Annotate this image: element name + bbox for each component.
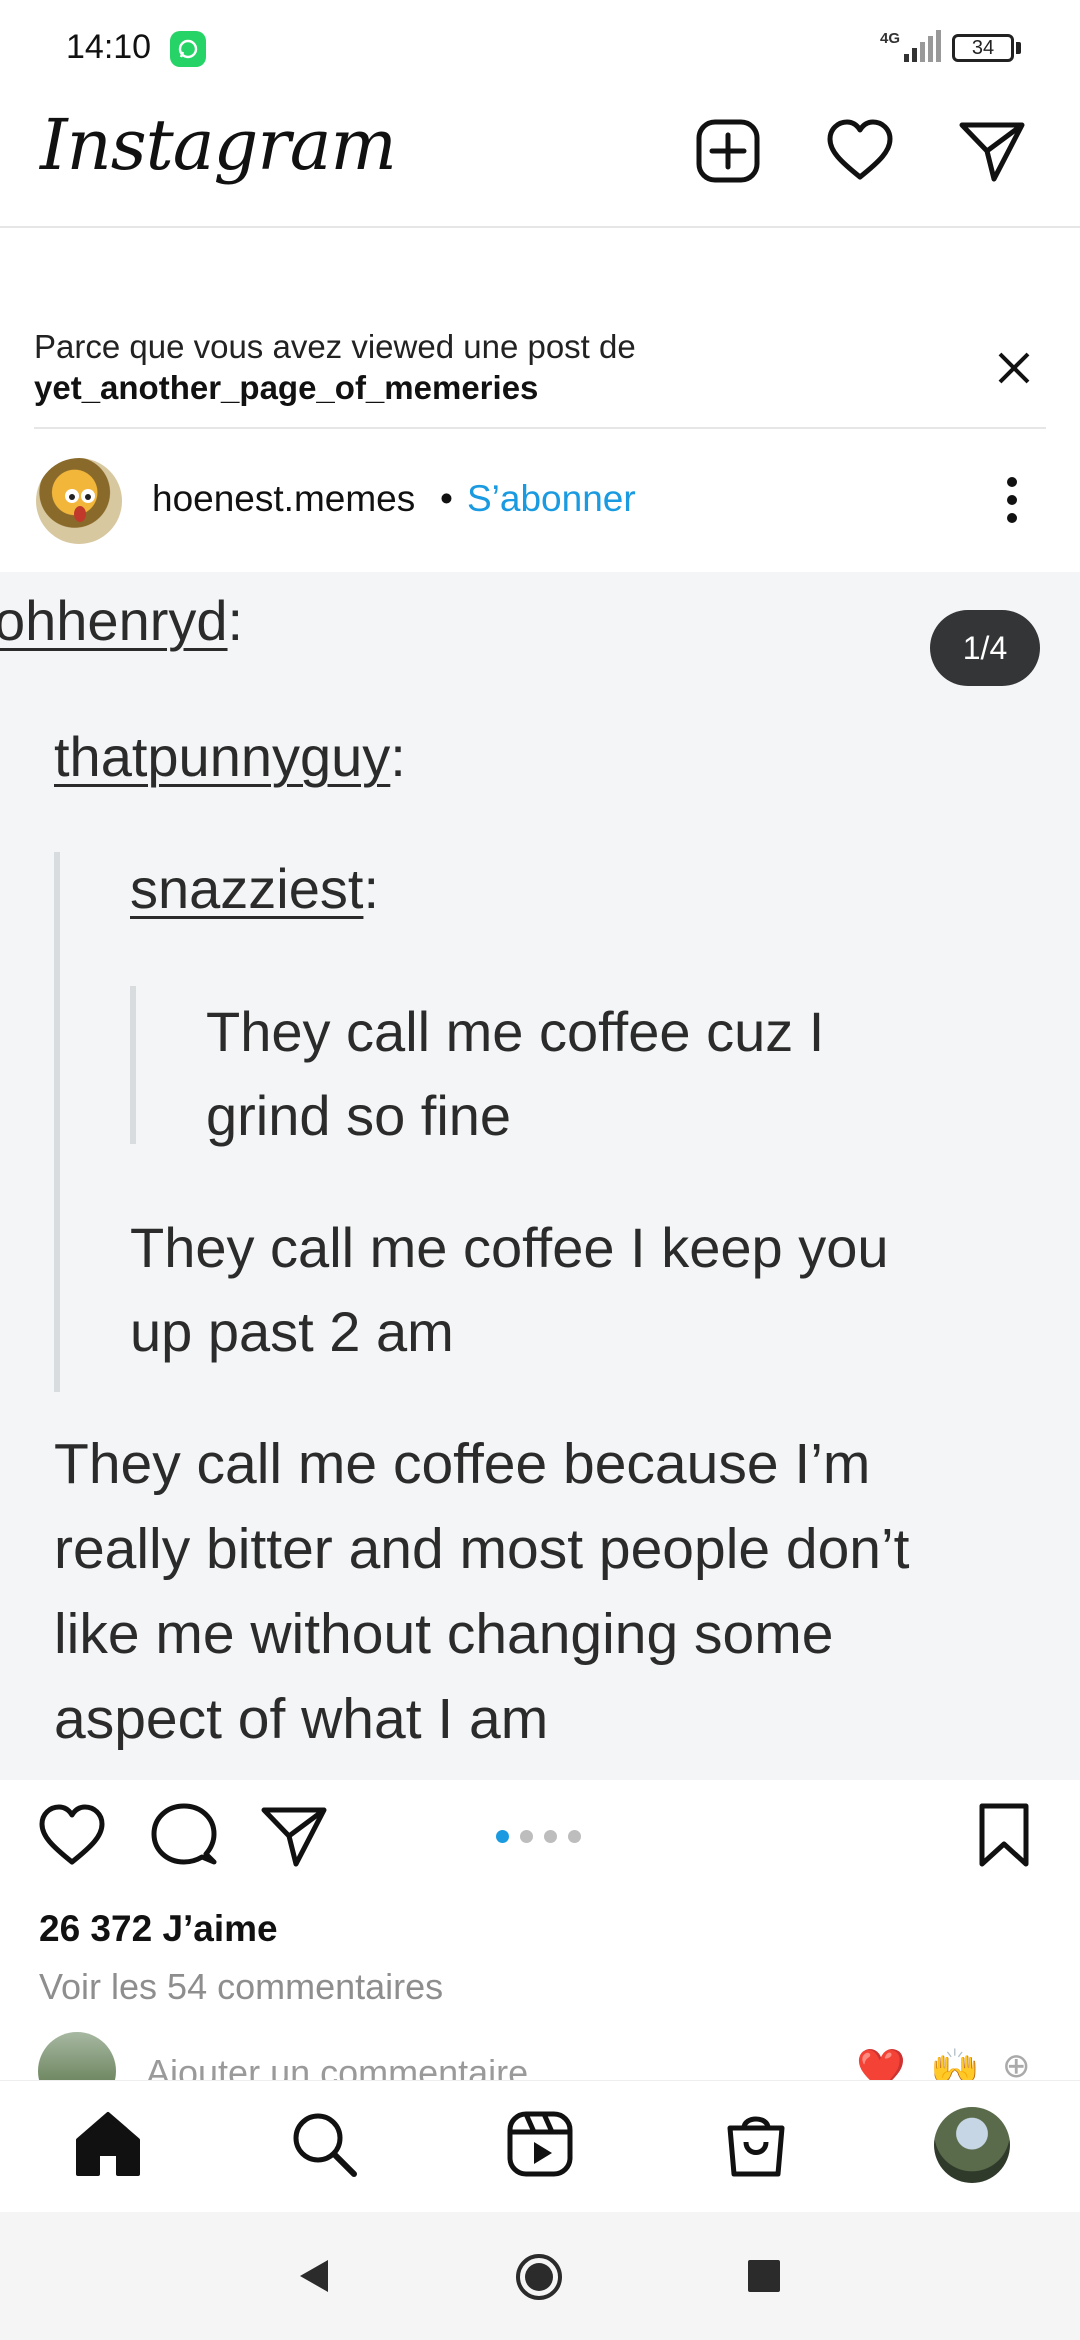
image-text-user3: snazziest: xyxy=(130,856,379,921)
comment-icon[interactable] xyxy=(148,1800,220,1872)
new-post-icon[interactable] xyxy=(692,115,764,187)
recents-icon[interactable] xyxy=(746,2258,782,2294)
image-text-reply2: They call me coffee because I’m really b… xyxy=(54,1422,910,1762)
status-bar: 14:10 4G 34 xyxy=(0,0,1080,95)
quote-bar-inner xyxy=(130,986,136,1144)
colon: : xyxy=(227,589,244,652)
share-icon[interactable] xyxy=(258,1800,330,1872)
home-button-icon[interactable] xyxy=(514,2252,564,2302)
carousel-dot xyxy=(520,1830,533,1843)
more-options-icon[interactable] xyxy=(1000,474,1024,526)
reply2-line3: like me without changing some xyxy=(54,1602,834,1666)
carousel-dot xyxy=(568,1830,581,1843)
image-text-user2: thatpunnyguy: xyxy=(54,724,406,789)
quote1-line2: grind so fine xyxy=(206,1084,512,1147)
image-text-user3-name: snazziest xyxy=(130,857,364,920)
whatsapp-notification-icon xyxy=(170,31,206,67)
like-icon[interactable] xyxy=(36,1800,108,1872)
close-icon[interactable] xyxy=(994,348,1034,388)
image-text-reply1: They call me coffee I keep you up past 2… xyxy=(130,1206,889,1374)
direct-message-icon[interactable] xyxy=(956,115,1028,187)
post-author-avatar[interactable] xyxy=(36,458,122,544)
reply2-line4: aspect of what I am xyxy=(54,1687,549,1751)
reply2-line2: really bitter and most people don’t xyxy=(54,1517,910,1581)
carousel-dots xyxy=(496,1830,592,1848)
post-author-username[interactable]: hoenest.memes xyxy=(152,478,415,520)
network-type: 4G xyxy=(880,30,901,47)
reply1-line1: They call me coffee I keep you xyxy=(130,1216,889,1279)
image-text-user1: ohhenryd: xyxy=(0,588,243,653)
username-separator: • xyxy=(440,478,453,519)
shop-icon[interactable] xyxy=(718,2106,794,2182)
instagram-logo[interactable]: Instagram xyxy=(40,104,397,186)
image-text-user1-name: ohhenryd xyxy=(0,589,228,652)
profile-avatar[interactable] xyxy=(934,2107,1010,2183)
carousel-dot xyxy=(544,1830,557,1843)
image-text-user2-name: thatpunnyguy xyxy=(54,725,391,788)
quote1-line1: They call me coffee cuz I xyxy=(206,1000,825,1063)
follow-button[interactable]: S’abonner xyxy=(467,478,636,520)
post-image[interactable]: ohhenryd: thatpunnyguy: snazziest: They … xyxy=(0,572,1080,1780)
suggestion-divider xyxy=(34,427,1046,429)
reels-icon[interactable] xyxy=(502,2106,578,2182)
battery-indicator: 34 xyxy=(952,34,1014,62)
carousel-dot xyxy=(496,1830,509,1843)
signal-icon xyxy=(904,30,941,62)
quote-bar-outer xyxy=(54,852,60,1392)
header-divider xyxy=(0,226,1080,228)
reply1-line2: up past 2 am xyxy=(130,1300,454,1363)
home-icon[interactable] xyxy=(70,2106,146,2182)
reply2-line1: They call me coffee because I’m xyxy=(54,1432,871,1496)
status-time: 14:10 xyxy=(66,28,152,66)
colon: : xyxy=(390,725,406,788)
image-text-quote1: They call me coffee cuz I grind so fine xyxy=(206,990,824,1158)
save-icon[interactable] xyxy=(972,1800,1036,1872)
back-icon[interactable] xyxy=(296,2256,332,2296)
carousel-counter: 1/4 xyxy=(930,610,1040,686)
suggestion-source-account[interactable]: yet_another_page_of_memeries xyxy=(34,369,538,407)
battery-nub xyxy=(1016,42,1021,54)
heart-icon[interactable] xyxy=(824,115,896,187)
colon: : xyxy=(363,857,379,920)
search-icon[interactable] xyxy=(286,2106,362,2182)
view-comments-link[interactable]: Voir les 54 commentaires xyxy=(39,1966,443,2008)
suggestion-reason: Parce que vous avez viewed une post de xyxy=(34,328,636,365)
likes-count[interactable]: 26 372 J’aime xyxy=(39,1908,278,1950)
